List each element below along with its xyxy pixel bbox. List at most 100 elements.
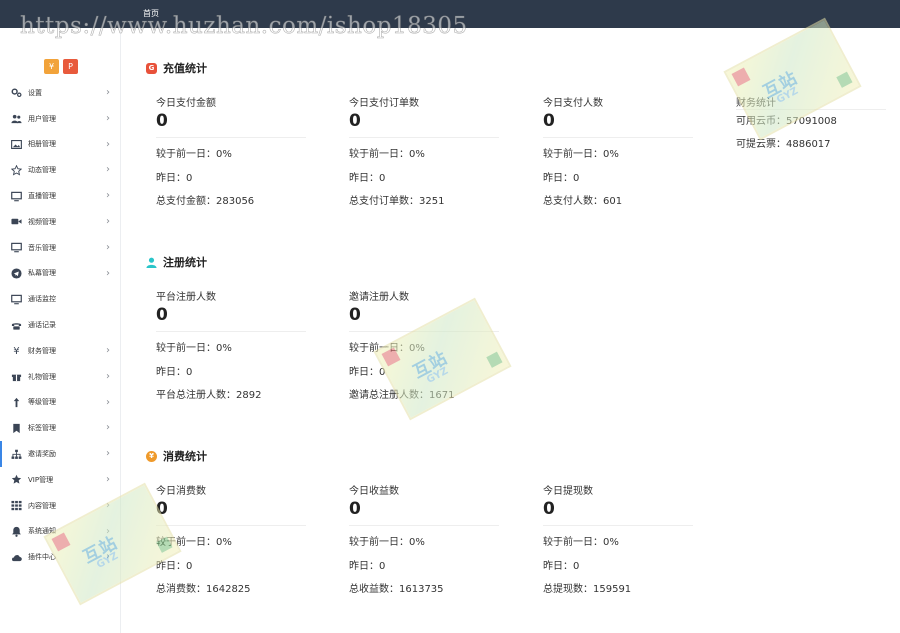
sidebar-item-label: 视频管理 <box>28 217 56 226</box>
sidebar-item[interactable]: ¥ 财务管理 › <box>0 338 120 364</box>
divider <box>349 137 499 138</box>
sidebar-item-label: 通话监控 <box>28 295 56 304</box>
level-arrow-icon <box>11 397 22 408</box>
sidebar-item-label: 内容管理 <box>28 501 56 510</box>
chevron-right-icon: › <box>106 87 110 98</box>
stat-value: 0 <box>156 305 168 325</box>
sidebar-item-label: 动态管理 <box>28 166 56 175</box>
sidebar-item[interactable]: 相册管理 › <box>0 132 120 158</box>
stat-yesterday: 昨日：0 <box>543 172 580 184</box>
stat-card: 今日消费数 0 较于前一日：0% 昨日：0 总消费数：1642825 <box>156 482 316 602</box>
stat-card: 今日支付订单数 0 较于前一日：0% 昨日：0 总支付订单数：3251 <box>349 94 509 214</box>
stat-total: 邀请总注册人数：1671 <box>349 390 455 401</box>
chevron-right-icon: › <box>106 448 110 460</box>
sidebar: ¥ P 设置 › 用户管理 › 相册管理 › 动态管理 › 直播管理 › 视频管理 › 音乐管理 › 私幕管… <box>0 28 121 633</box>
svg-text:¥: ¥ <box>13 347 19 357</box>
stat-card: 今日提现数 0 较于前一日：0% 昨日：0 总提现数：159591 <box>543 482 703 602</box>
divider <box>349 525 499 526</box>
stat-yesterday: 昨日：0 <box>156 560 193 572</box>
stat-card: 平台注册人数 0 较于前一日：0% 昨日：0 平台总注册人数：2892 <box>156 288 316 408</box>
chevron-right-icon: › <box>106 138 110 150</box>
sitemap-icon <box>11 449 22 460</box>
stat-compare: 较于前一日：0% <box>349 343 425 354</box>
video-camera-icon <box>11 216 22 227</box>
sidebar-item[interactable]: 用户管理 › <box>0 106 120 132</box>
sidebar-item-label: 私幕管理 <box>28 269 56 278</box>
stat-total: 总支付人数：601 <box>543 196 623 207</box>
finance-coins: 可用云币：57091008 <box>736 116 837 127</box>
chevron-right-icon: › <box>106 551 110 563</box>
chevron-right-icon: › <box>106 473 110 485</box>
sidebar-item[interactable]: 等级管理 › <box>0 390 120 416</box>
grid-icon <box>11 500 22 511</box>
stat-yesterday: 昨日：0 <box>349 366 386 378</box>
sidebar-item-label: 相册管理 <box>28 140 56 149</box>
finance-stats: 财务统计 可用云币：57091008 可提云票：4886017 <box>736 94 896 156</box>
sidebar-item-label: 直播管理 <box>28 192 56 201</box>
monitor-icon <box>11 242 22 253</box>
sidebar-item[interactable]: 私幕管理 › <box>0 261 120 287</box>
sidebar-item[interactable]: 插件中心 › <box>0 544 120 570</box>
top-bar: 首页 <box>0 0 900 28</box>
sidebar-item[interactable]: 内容管理 › <box>0 493 120 519</box>
sidebar-item[interactable]: 视频管理 › <box>0 209 120 235</box>
consume-title-text: 消费统计 <box>163 450 207 463</box>
chevron-right-icon: › <box>106 422 110 434</box>
gift-icon <box>11 371 22 382</box>
sidebar-item[interactable]: 系统通知 › <box>0 519 120 545</box>
stat-total: 总支付金额：283056 <box>156 196 255 207</box>
stat-title: 邀请注册人数 <box>349 292 409 303</box>
stat-yesterday: 昨日：0 <box>349 560 386 572</box>
chevron-right-icon: › <box>106 241 110 253</box>
sidebar-item-label: 通话记录 <box>28 321 56 330</box>
sidebar-item-label: 插件中心 <box>28 553 56 562</box>
stat-card: 邀请注册人数 0 较于前一日：0% 昨日：0 邀请总注册人数：1671 <box>349 288 509 408</box>
sidebar-item[interactable]: 标签管理 › <box>0 415 120 441</box>
recharge-section-title: G 充值统计 <box>146 60 207 76</box>
sidebar-item[interactable]: 直播管理 › <box>0 183 120 209</box>
cloud-icon <box>11 552 22 563</box>
phone-icon <box>11 320 22 331</box>
stat-total: 平台总注册人数：2892 <box>156 390 262 401</box>
stat-compare: 较于前一日：0% <box>543 537 619 548</box>
logo-yen-icon: ¥ <box>44 59 59 74</box>
finance-title: 财务统计 <box>736 98 776 109</box>
sidebar-logo: ¥ P <box>44 59 80 74</box>
sidebar-item[interactable]: 音乐管理 › <box>0 235 120 261</box>
chevron-right-icon: › <box>106 164 110 176</box>
sidebar-item[interactable]: 通话监控 <box>0 286 120 312</box>
stat-yesterday: 昨日：0 <box>156 366 193 378</box>
breadcrumb-home[interactable]: 首页 <box>143 8 159 19</box>
stat-card: 今日支付人数 0 较于前一日：0% 昨日：0 总支付人数：601 <box>543 94 703 214</box>
yen-circle-icon: ¥ <box>146 450 157 462</box>
chevron-right-icon: › <box>106 112 110 124</box>
stat-yesterday: 昨日：0 <box>156 172 193 184</box>
sidebar-item[interactable]: 设置 › <box>0 80 120 106</box>
sidebar-item[interactable]: 邀请奖励 › <box>0 441 120 467</box>
chevron-right-icon: › <box>106 525 110 537</box>
stat-compare: 较于前一日：0% <box>156 537 232 548</box>
monitor-icon <box>11 294 22 305</box>
sidebar-item[interactable]: 动态管理 › <box>0 157 120 183</box>
finance-tickets: 可提云票：4886017 <box>736 139 831 150</box>
users-icon <box>11 113 22 124</box>
main-content: G 充值统计 今日支付金额 0 较于前一日：0% 昨日：0 总支付金额：283056 今日… <box>121 28 900 633</box>
sidebar-item-label: 邀请奖励 <box>28 450 56 459</box>
stat-yesterday: 昨日：0 <box>543 560 580 572</box>
image-icon <box>11 139 22 150</box>
divider <box>156 525 306 526</box>
stat-title: 今日支付金额 <box>156 98 216 109</box>
chevron-right-icon: › <box>106 190 110 202</box>
sidebar-item[interactable]: VIP管理 › <box>0 467 120 493</box>
sidebar-item-label: 财务管理 <box>28 346 56 355</box>
stat-total: 总提现数：159591 <box>543 584 632 595</box>
bell-icon <box>11 526 22 537</box>
star-outline-icon <box>11 164 22 176</box>
stat-value: 0 <box>349 305 361 325</box>
sidebar-item[interactable]: 礼物管理 › <box>0 364 120 390</box>
stat-title: 今日支付人数 <box>543 98 603 109</box>
stat-title: 今日消费数 <box>156 486 206 497</box>
chevron-right-icon: › <box>106 344 110 356</box>
bookmark-icon <box>11 423 22 434</box>
sidebar-item[interactable]: 通话记录 <box>0 312 120 338</box>
